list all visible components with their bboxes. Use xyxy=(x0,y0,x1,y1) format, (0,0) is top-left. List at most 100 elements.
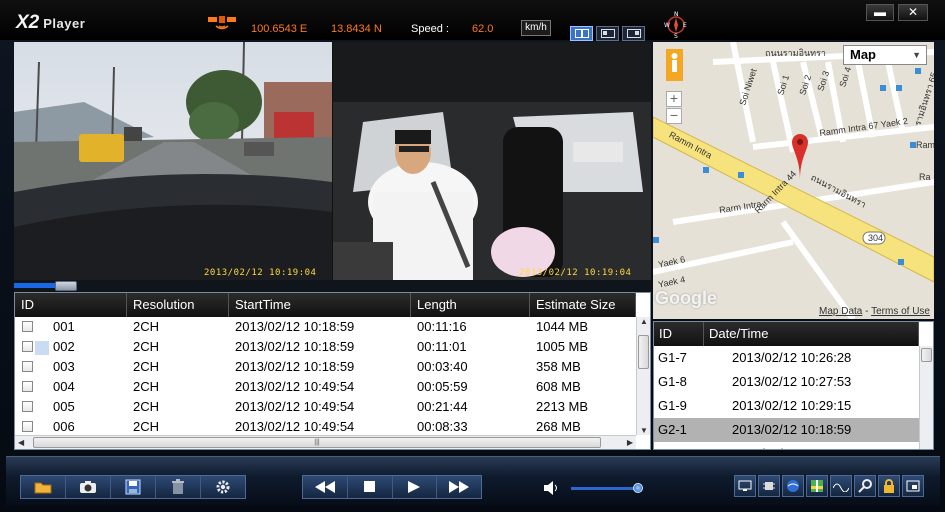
terms-of-use-link[interactable]: Terms of Use xyxy=(871,306,930,317)
graph-icon xyxy=(833,483,849,492)
gps-table-row[interactable]: G1-7 2013/02/12 10:26:28 xyxy=(654,346,919,370)
trash-icon xyxy=(172,479,184,494)
table-row[interactable]: 005 2CH 2013/02/12 10:49:54 00:21:44 2213 MB xyxy=(15,397,636,417)
front-timestamp: 2013/02/12 10:19:04 xyxy=(204,268,317,278)
pegman-icon[interactable] xyxy=(666,49,683,81)
interior-camera-view[interactable]: 2013/02/12 10:19:04 xyxy=(333,42,651,280)
column-starttime[interactable]: StartTime xyxy=(229,293,411,317)
row-id: 003 xyxy=(53,359,75,374)
file-table-vscroll-thumb[interactable] xyxy=(638,335,649,369)
table-row[interactable]: 003 2CH 2013/02/12 10:18:59 00:03:40 358 MB xyxy=(15,357,636,377)
front-camera-view[interactable]: 2013/02/12 10:19:04 xyxy=(14,42,332,280)
focus-highlight xyxy=(35,341,49,355)
layout-pip-button[interactable] xyxy=(596,26,619,41)
speed-value: 62.0 xyxy=(472,23,494,35)
playback-progress-bar[interactable] xyxy=(14,280,651,292)
row-checkbox[interactable] xyxy=(22,341,33,352)
delete-button[interactable] xyxy=(156,476,201,498)
row-checkbox[interactable] xyxy=(22,401,33,412)
minimize-button[interactable]: ▬ xyxy=(866,4,894,21)
save-button[interactable] xyxy=(111,476,156,498)
column-datetime[interactable]: Date/Time xyxy=(704,322,919,346)
rewind-button[interactable] xyxy=(303,476,348,498)
folder-icon xyxy=(34,482,52,494)
layout-pip-alt-button[interactable] xyxy=(622,26,645,41)
row-checkbox[interactable] xyxy=(22,361,33,372)
table-row[interactable]: 006 2CH 2013/02/12 10:49:54 00:08:33 268 MB xyxy=(15,417,636,437)
row-size: 268 MB xyxy=(536,419,581,434)
map-footer-separator: - xyxy=(862,306,872,317)
scroll-left-arrow[interactable]: ◀ xyxy=(18,438,24,447)
file-table-hscroll-thumb[interactable]: ||| xyxy=(33,437,601,448)
gps-row-datetime: 2013/02/12 10:18:59 xyxy=(732,422,852,437)
column-id[interactable]: ID xyxy=(15,293,127,317)
zoom-in-button[interactable]: + xyxy=(666,91,682,107)
lock-button[interactable] xyxy=(878,475,900,497)
row-checkbox[interactable] xyxy=(22,321,33,332)
browser-button[interactable] xyxy=(782,475,804,497)
map-button[interactable] xyxy=(806,475,828,497)
fullscreen-icon xyxy=(906,480,920,492)
search-button[interactable] xyxy=(854,475,876,497)
map-type-value: Map xyxy=(850,47,876,62)
scroll-down-arrow[interactable]: ▼ xyxy=(640,426,648,435)
map-label: Ram xyxy=(916,140,934,150)
row-checkbox[interactable] xyxy=(22,421,33,432)
row-resolution: 2CH xyxy=(133,319,160,334)
row-checkbox[interactable] xyxy=(22,381,33,392)
speed-label: Speed : xyxy=(411,23,449,35)
play-button[interactable] xyxy=(393,476,438,498)
table-row[interactable]: 004 2CH 2013/02/12 10:49:54 00:05:59 608 MB xyxy=(15,377,636,397)
volume-slider-knob[interactable] xyxy=(632,483,643,493)
speed-unit-button[interactable]: km/h xyxy=(521,20,551,36)
row-size: 358 MB xyxy=(536,359,581,374)
gps-table-vscroll-thumb[interactable] xyxy=(921,348,932,362)
column-resolution[interactable]: Resolution xyxy=(127,293,229,317)
column-gps-id[interactable]: ID xyxy=(654,322,704,346)
gps-row-id: G2-2 xyxy=(654,442,704,449)
map-label: ถนนรามอินทรา xyxy=(765,48,826,58)
close-button[interactable]: ✕ xyxy=(898,4,928,21)
gps-table-row[interactable]: G2-1 2013/02/12 10:18:59 xyxy=(654,418,919,442)
map-data-link[interactable]: Map Data xyxy=(819,306,862,317)
map-view[interactable]: + − Map ▼ ถนนรามอินทรา Soi Niwet Soi 1 S… xyxy=(653,42,934,319)
gps-table-row[interactable]: G1-8 2013/02/12 10:27:53 xyxy=(654,370,919,394)
settings-button[interactable] xyxy=(201,476,245,498)
column-length[interactable]: Length xyxy=(411,293,530,317)
export-button[interactable] xyxy=(734,475,756,497)
gps-table-row[interactable]: G1-9 2013/02/12 10:29:15 xyxy=(654,394,919,418)
snapshot-button[interactable] xyxy=(66,476,111,498)
file-table-hscroll[interactable]: ◀ ||| ▶ xyxy=(15,435,636,449)
zoom-out-button[interactable]: − xyxy=(666,108,682,124)
row-length: 00:03:40 xyxy=(417,359,468,374)
row-length: 00:21:44 xyxy=(417,399,468,414)
scroll-up-arrow[interactable]: ▲ xyxy=(640,317,648,326)
gps-row-datetime: 2013/02/12 10:29:15 xyxy=(732,398,852,413)
file-table-vscroll[interactable]: ▲ ▼ xyxy=(636,317,650,435)
gsensor-button[interactable] xyxy=(758,475,780,497)
volume-icon[interactable] xyxy=(544,481,560,495)
progress-knob[interactable] xyxy=(54,281,77,291)
fullscreen-button[interactable] xyxy=(902,475,924,497)
video-area[interactable]: 2013/02/12 10:19:04 2013/02/12 10:19:04 xyxy=(14,42,651,280)
column-estimate-size[interactable]: Estimate Size xyxy=(530,293,636,317)
map-type-select[interactable]: Map ▼ xyxy=(843,45,927,65)
fast-forward-button[interactable] xyxy=(437,476,481,498)
table-row[interactable]: 001 2CH 2013/02/12 10:18:59 00:11:16 1044 MB xyxy=(15,317,636,337)
layout-dual-button[interactable] xyxy=(570,26,593,41)
row-id: 005 xyxy=(53,399,75,414)
gps-table-vscroll[interactable] xyxy=(919,346,933,449)
globe-icon xyxy=(787,480,799,492)
row-resolution: 2CH xyxy=(133,339,160,354)
graph-button[interactable] xyxy=(830,475,852,497)
row-id: 006 xyxy=(53,419,75,434)
stop-button[interactable] xyxy=(348,476,393,498)
volume-slider[interactable] xyxy=(571,487,641,490)
rewind-icon xyxy=(314,481,335,493)
open-folder-button[interactable] xyxy=(21,476,66,498)
table-row[interactable]: 002 2CH 2013/02/12 10:18:59 00:11:01 1005 MB xyxy=(15,337,636,357)
scroll-right-arrow[interactable]: ▶ xyxy=(627,438,633,447)
row-length: 00:05:59 xyxy=(417,379,468,394)
gsensor-icon xyxy=(763,482,775,490)
gps-table-row[interactable]: G2-22013/02/12 10:20:10 xyxy=(654,442,919,449)
